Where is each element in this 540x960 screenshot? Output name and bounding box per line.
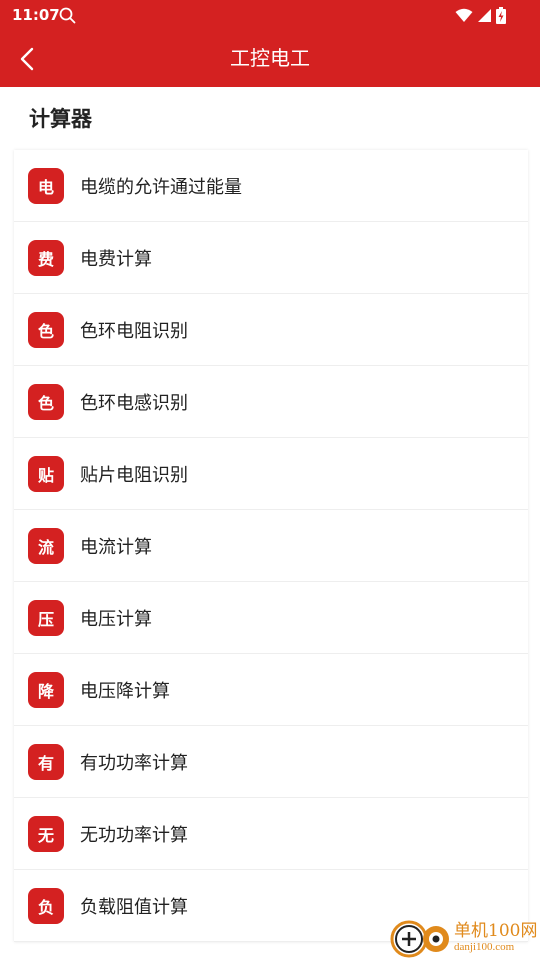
watermark-title: 单机100网 <box>454 920 538 941</box>
item-label: 负载阻值计算 <box>80 896 188 918</box>
item-label: 色环电阻识别 <box>80 320 188 342</box>
item-label: 电压降计算 <box>80 680 170 702</box>
status-bar: 11:07 <box>0 0 540 30</box>
item-badge: 无 <box>28 815 64 852</box>
wifi-icon <box>455 8 473 22</box>
item-label: 电费计算 <box>80 248 152 270</box>
item-badge: 流 <box>28 527 64 564</box>
list-item-color-ring-resistor[interactable]: 色 色环电阻识别 <box>14 294 528 366</box>
section-title: 计算器 <box>29 107 92 131</box>
status-icons <box>455 6 506 24</box>
watermark-logo-icon <box>390 920 449 958</box>
list-item-active-power[interactable]: 有 有功功率计算 <box>14 726 528 798</box>
search-icon <box>59 7 76 24</box>
item-label: 无功功率计算 <box>80 824 188 846</box>
watermark-url: danji100.com <box>454 940 515 953</box>
list-item-reactive-power[interactable]: 无 无功功率计算 <box>14 798 528 870</box>
item-badge: 费 <box>28 239 64 276</box>
page-title: 工控电工 <box>230 46 310 70</box>
item-badge: 色 <box>28 383 64 420</box>
item-badge: 色 <box>28 311 64 348</box>
item-badge: 电 <box>28 167 64 204</box>
item-badge: 有 <box>28 743 64 780</box>
item-label: 色环电感识别 <box>80 392 188 414</box>
item-label: 有功功率计算 <box>80 752 188 774</box>
status-time: 11:07 <box>12 6 60 24</box>
app-bar: 工控电工 <box>0 30 540 87</box>
item-label: 电压计算 <box>80 608 152 630</box>
list-item-voltage[interactable]: 压 电压计算 <box>14 582 528 654</box>
list-item-electricity-fee[interactable]: 费 电费计算 <box>14 222 528 294</box>
battery-charging-icon <box>496 6 506 24</box>
item-label: 电缆的允许通过能量 <box>80 176 242 198</box>
item-badge: 降 <box>28 671 64 708</box>
item-badge: 压 <box>28 599 64 636</box>
item-label: 贴片电阻识别 <box>80 464 188 486</box>
list-item-current[interactable]: 流 电流计算 <box>14 510 528 582</box>
cellular-signal-icon <box>478 8 491 22</box>
list-item-smd-resistor[interactable]: 贴 贴片电阻识别 <box>14 438 528 510</box>
item-badge: 负 <box>28 887 64 924</box>
watermark: 单机100网 danji100.com <box>390 915 540 960</box>
list-item-cable-energy[interactable]: 电 电缆的允许通过能量 <box>14 150 528 222</box>
list-item-voltage-drop[interactable]: 降 电压降计算 <box>14 654 528 726</box>
item-label: 电流计算 <box>80 536 152 558</box>
list-item-color-ring-inductor[interactable]: 色 色环电感识别 <box>14 366 528 438</box>
item-badge: 贴 <box>28 455 64 492</box>
calculator-list: 电 电缆的允许通过能量 费 电费计算 色 色环电阻识别 色 色环电感识别 贴 贴… <box>14 150 528 942</box>
